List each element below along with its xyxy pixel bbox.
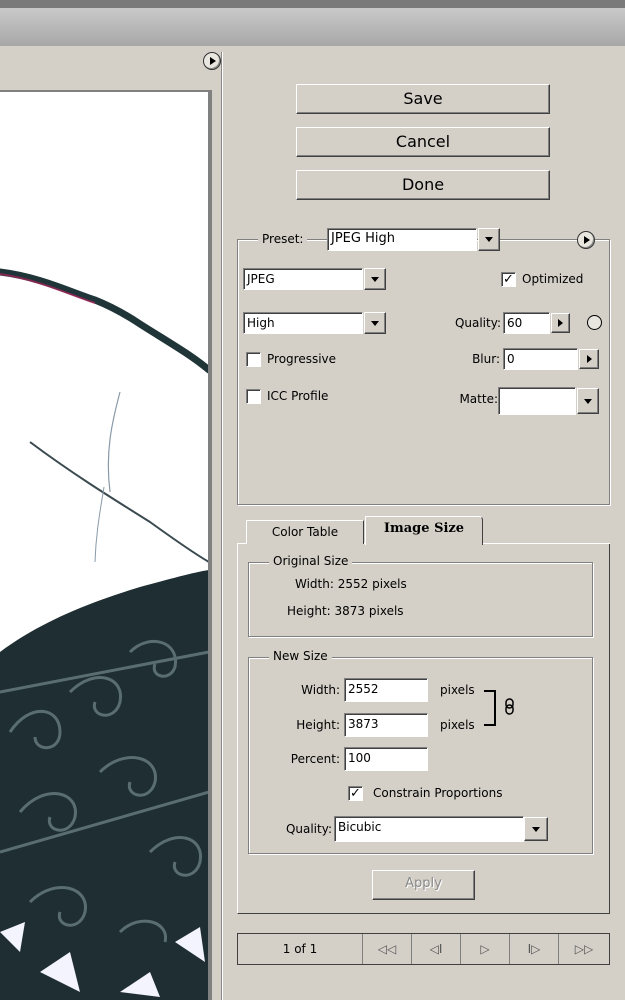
constrain-proportions-checkbox[interactable]: ✓ [348, 786, 363, 801]
previous-frame-button[interactable]: ◁I [412, 934, 461, 964]
checkmark-icon: ✓ [503, 272, 514, 287]
save-button[interactable]: Save [296, 84, 550, 114]
done-button[interactable]: Done [296, 170, 550, 200]
new-height-unit: pixels [440, 718, 475, 732]
play-button[interactable]: ▷ [461, 934, 510, 964]
preview-menu-button[interactable] [203, 52, 221, 70]
compression-quality-select[interactable]: High [243, 312, 363, 334]
apply-button[interactable]: Apply [372, 870, 475, 900]
new-height-input[interactable]: 3873 [344, 713, 428, 737]
progressive-checkbox[interactable] [246, 352, 261, 367]
frame-navigation-bar: 1 of 1 ◁◁ ◁I ▷ I▷ ▷▷ [237, 933, 610, 965]
chevron-down-icon [584, 398, 592, 404]
percent-label: Percent: [290, 752, 340, 766]
first-frame-button[interactable]: ◁◁ [363, 934, 412, 964]
arrow-right-icon [558, 319, 563, 327]
arrow-right-icon [210, 57, 216, 65]
percent-input[interactable]: 100 [344, 747, 428, 771]
last-frame-button[interactable]: ▷▷ [559, 934, 609, 964]
tab-color-table[interactable]: Color Table [246, 520, 364, 544]
title-bar [0, 8, 625, 46]
resample-quality-label: Quality: [285, 822, 332, 836]
preview-photo [0, 92, 208, 1000]
quality-input[interactable]: 60 [503, 312, 550, 334]
arrow-right-icon [584, 236, 590, 244]
constrain-proportions-label: Constrain Proportions [373, 786, 503, 800]
matte-dropdown-button[interactable] [577, 388, 599, 414]
new-height-label: Height: [296, 718, 340, 732]
preset-select[interactable]: JPEG High [327, 228, 477, 251]
arrow-right-icon [586, 355, 592, 363]
blur-input[interactable]: 0 [503, 348, 578, 370]
window-top-edge [0, 0, 625, 8]
format-select[interactable]: JPEG [243, 268, 363, 290]
matte-label: Matte: [459, 392, 498, 406]
new-width-label: Width: [301, 683, 340, 697]
preview-frame-edge [209, 90, 212, 1000]
icc-profile-checkbox[interactable] [246, 389, 261, 404]
quality-channel-icon[interactable] [587, 315, 602, 330]
new-width-input[interactable]: 2552 [344, 678, 428, 702]
tab-image-size[interactable]: Image Size [365, 516, 483, 545]
resample-quality-dropdown-button[interactable] [524, 817, 548, 841]
resample-quality-select[interactable]: Bicubic [334, 816, 524, 842]
original-size-legend: Original Size [269, 554, 353, 568]
chain-link-icon [502, 697, 518, 717]
original-size-group [248, 562, 593, 637]
link-bracket [484, 690, 496, 726]
optimized-checkbox[interactable]: ✓ [501, 272, 516, 287]
blur-label: Blur: [472, 352, 500, 366]
preset-label: Preset: [258, 231, 308, 248]
progressive-label: Progressive [267, 352, 337, 366]
quality-label: Quality: [454, 316, 501, 330]
cancel-button[interactable]: Cancel [296, 127, 550, 157]
quality-slider-button[interactable] [551, 313, 570, 333]
chevron-down-icon [485, 237, 493, 242]
original-height-text: Height: 3873 pixels [287, 604, 404, 618]
original-width-text: Width: 2552 pixels [295, 577, 407, 591]
format-dropdown-button[interactable] [364, 268, 386, 290]
new-size-legend: New Size [269, 649, 332, 663]
chevron-down-icon [371, 320, 379, 326]
frame-counter: 1 of 1 [238, 934, 363, 964]
panel-divider-highlight [222, 52, 223, 1000]
new-width-unit: pixels [440, 683, 475, 697]
preset-dropdown-button[interactable] [478, 228, 500, 251]
matte-select[interactable] [498, 387, 576, 415]
blur-slider-button[interactable] [579, 349, 599, 369]
settings-menu-button[interactable] [577, 231, 595, 249]
chevron-down-icon [532, 826, 540, 832]
optimized-label: Optimized [522, 272, 584, 286]
icc-profile-label: ICC Profile [267, 389, 329, 403]
checkmark-icon: ✓ [350, 786, 361, 801]
image-preview[interactable] [0, 92, 209, 1000]
next-frame-button[interactable]: I▷ [510, 934, 559, 964]
compression-quality-dropdown-button[interactable] [364, 312, 386, 334]
chevron-down-icon [371, 276, 379, 282]
